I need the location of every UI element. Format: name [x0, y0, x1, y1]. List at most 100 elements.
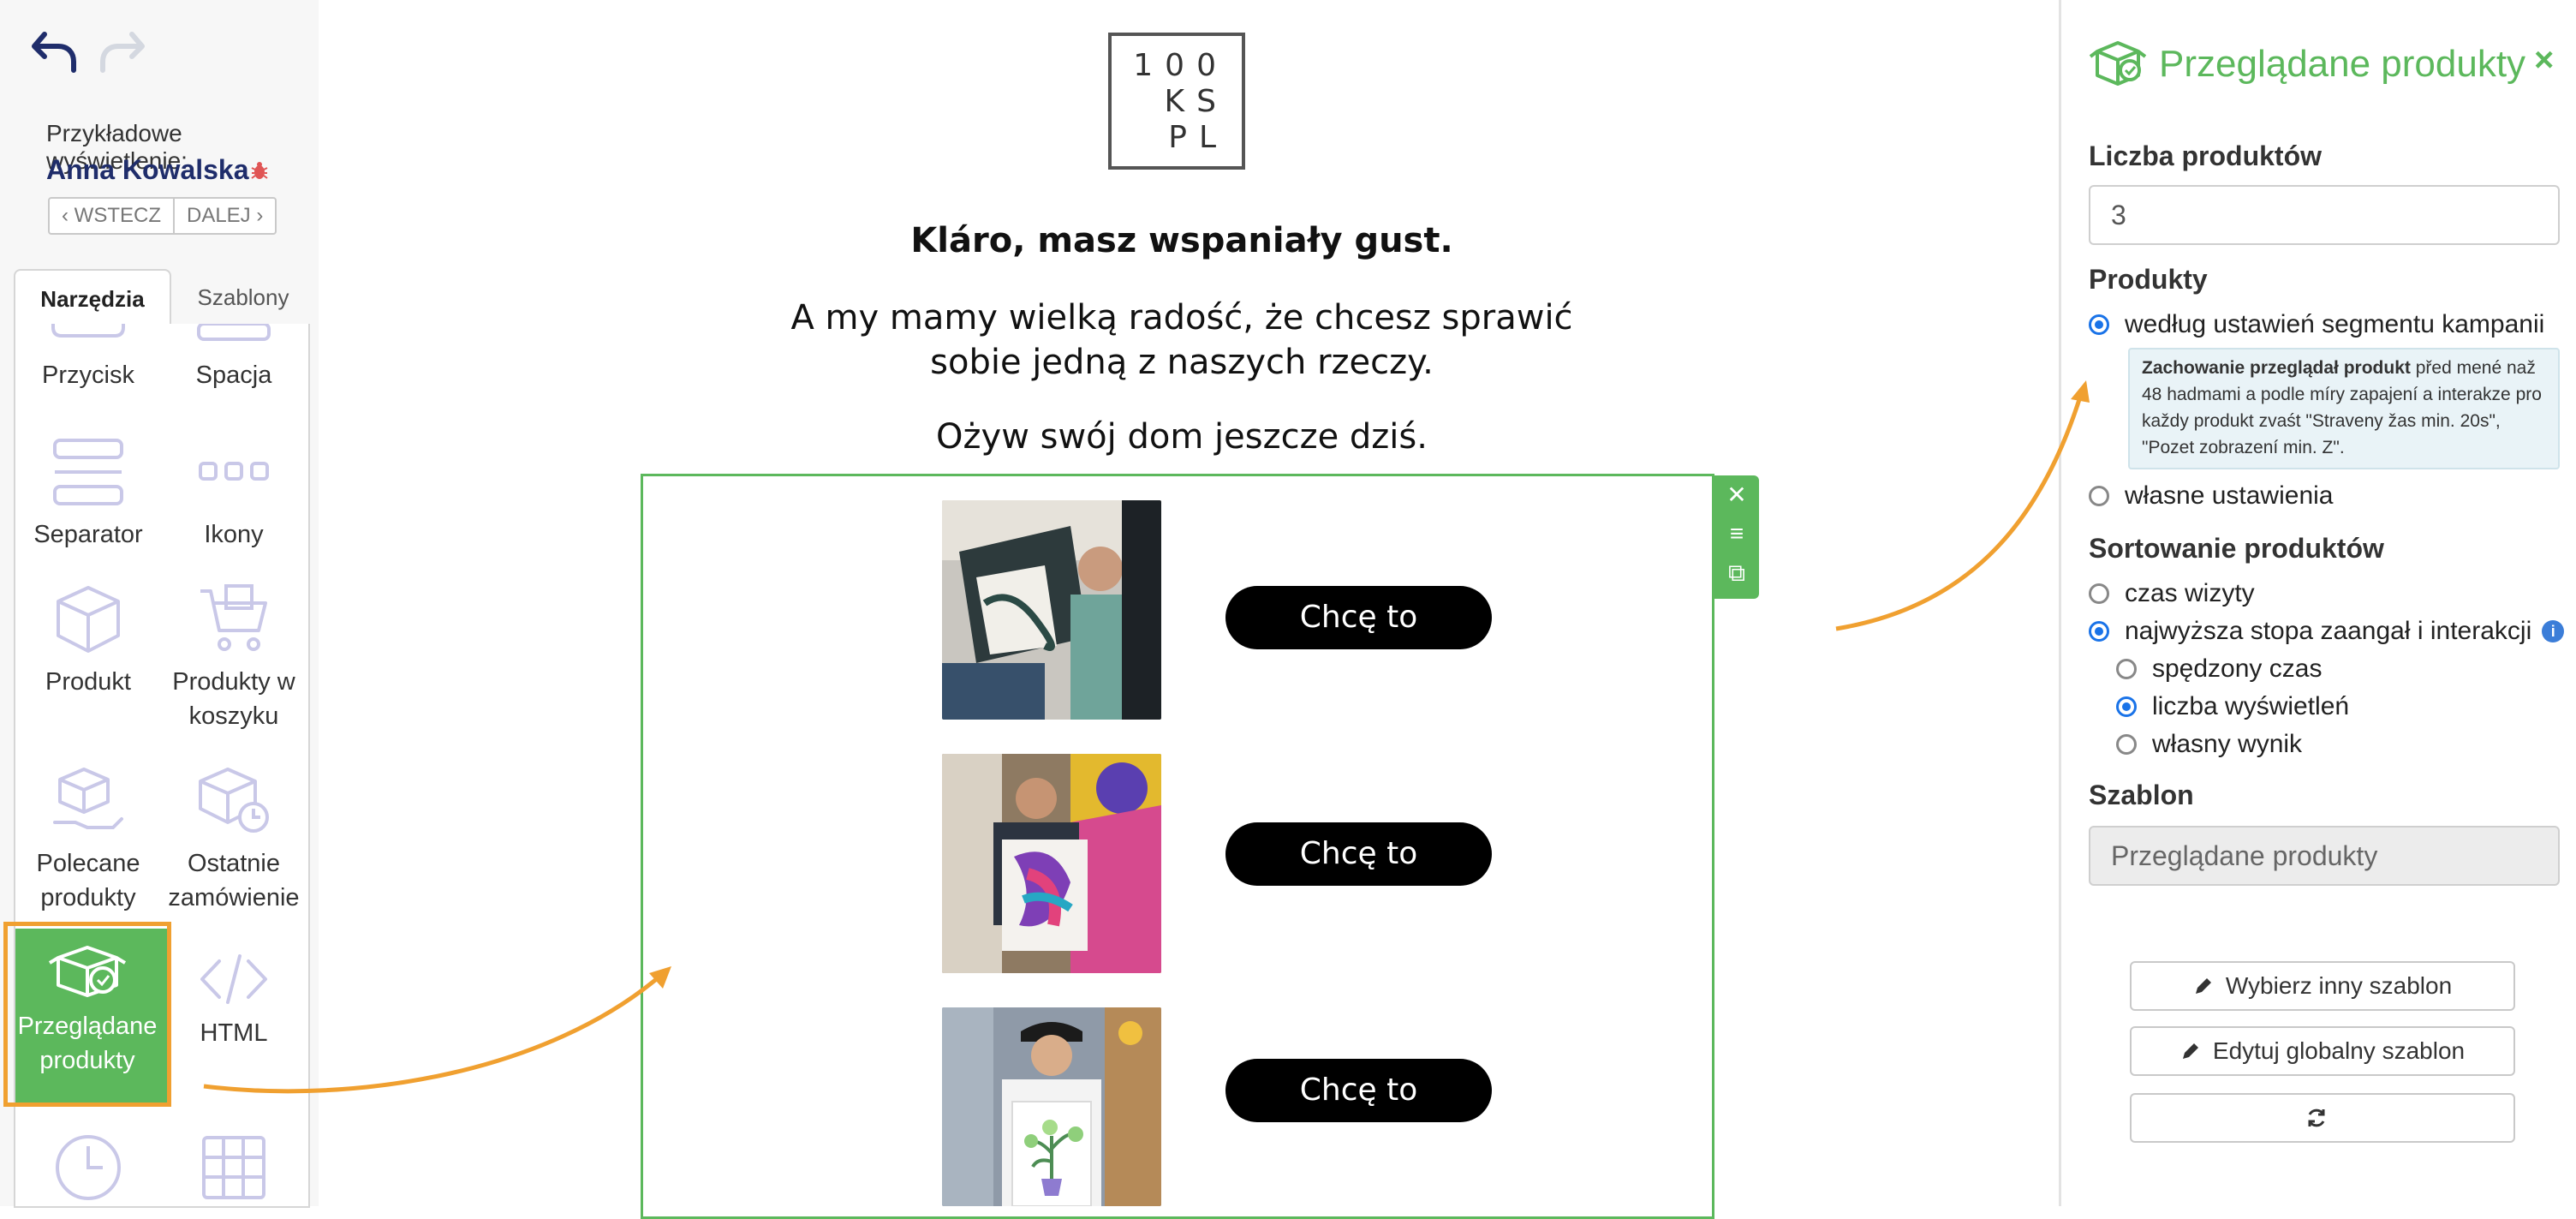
viewed-products-block[interactable] — [641, 474, 1714, 1219]
clock-icon — [56, 1135, 121, 1200]
bug-icon — [248, 159, 271, 182]
tab-tools[interactable]: Narzędzia — [14, 269, 171, 327]
hand-box-icon — [53, 768, 123, 829]
tool-last-order[interactable]: Ostatnie zamówienie — [161, 762, 307, 915]
next-button[interactable]: DALEJ › — [172, 199, 275, 233]
tool-button[interactable]: Przycisk — [15, 324, 161, 392]
tool-separator[interactable]: Separator — [15, 433, 161, 552]
product-image — [942, 500, 1161, 720]
segment-info-note: Zachowanie przeglądał produkt před mené … — [2128, 348, 2560, 469]
tool-product[interactable]: Produkt — [15, 581, 161, 699]
radio-dot[interactable] — [2089, 583, 2109, 604]
radio-dot[interactable] — [2089, 314, 2109, 335]
table-icon — [202, 1136, 265, 1199]
radio-sub-views[interactable]: liczba wyświetleń — [2116, 692, 2349, 721]
button-label: Edytuj globalny szablon — [2212, 1037, 2466, 1064]
button-label: Wybierz inny szablon — [2225, 972, 2453, 999]
viewed-products-icon — [2089, 38, 2147, 93]
tool-recommended-products[interactable]: Polecane produkty — [15, 762, 161, 915]
pencil-icon — [2195, 978, 2211, 994]
refresh-button[interactable] — [2130, 1093, 2515, 1143]
duplicate-icon[interactable]: ⧉ — [1714, 559, 1759, 588]
panel-title: Przeglądane produkty — [2159, 43, 2526, 85]
product-cta-button[interactable]: Chcę to — [1225, 586, 1492, 649]
radio-dot[interactable] — [2116, 659, 2137, 679]
box-clock-icon — [199, 768, 269, 833]
info-icon[interactable]: i — [2542, 620, 2565, 642]
tool-spacer[interactable]: Spacja — [161, 324, 307, 392]
radio-label: liczba wyświetleń — [2152, 692, 2350, 720]
arrow-canvas-to-panel — [1835, 393, 2084, 631]
settings-panel: Przeglądane produkty × Liczba produktów … — [2059, 0, 2576, 1206]
product-cta-button[interactable]: Chcę to — [1225, 822, 1492, 886]
tool-html[interactable]: HTML — [161, 949, 307, 1050]
tab-templates[interactable]: Szablony — [175, 269, 312, 326]
close-panel-button[interactable]: × — [2534, 41, 2554, 80]
logo-line: KS — [1164, 84, 1228, 119]
choose-template-button[interactable]: Wybierz inny szablon — [2130, 961, 2515, 1011]
products-label: Produkty — [2089, 264, 2208, 295]
template-label: Szablon — [2089, 780, 2194, 810]
code-icon — [200, 954, 267, 1004]
template-field: Przeglądane produkty — [2089, 826, 2560, 886]
back-button[interactable]: ‹ WSTECZ — [50, 199, 173, 233]
radio-label: najwyższa stopa zaangał i interakcji — [2125, 617, 2532, 645]
tool-cart-products[interactable]: Produkty w koszyku — [161, 581, 307, 733]
edit-global-template-button[interactable]: Edytuj globalny szablon — [2130, 1026, 2515, 1076]
tool-timer[interactable] — [15, 1129, 161, 1206]
product-image — [942, 1007, 1161, 1206]
note-bold: Zachowanie przeglądał produkt — [2142, 358, 2411, 378]
radio-sub-time[interactable]: spędzony czas — [2116, 654, 2322, 684]
radio-dot[interactable] — [2116, 734, 2137, 755]
undo-icon[interactable] — [29, 26, 80, 77]
radio-dot[interactable] — [2116, 696, 2137, 717]
product-image — [942, 754, 1161, 973]
icons-icon — [199, 462, 269, 481]
radio-dot[interactable] — [2089, 621, 2109, 642]
logo-line: PL — [1168, 120, 1228, 155]
refresh-icon — [2308, 1108, 2325, 1127]
spacer-icon — [197, 324, 271, 341]
tool-label: Przycisk — [42, 362, 134, 389]
tool-table[interactable] — [161, 1129, 307, 1206]
radio-label: spędzony czas — [2152, 654, 2323, 683]
menu-icon[interactable]: ≡ — [1714, 520, 1759, 547]
sort-label: Sortowanie produktów — [2089, 533, 2384, 564]
radio-dot[interactable] — [2089, 486, 2109, 506]
radio-custom-settings[interactable]: własne ustawienia — [2089, 481, 2333, 511]
box-icon — [57, 586, 120, 653]
product-cta-button[interactable]: Chcę to — [1225, 1059, 1492, 1122]
tool-label: Separator — [33, 521, 143, 548]
radio-label: własne ustawienia — [2125, 481, 2334, 510]
logo-line: 100 — [1133, 48, 1228, 83]
block-actions: ✕ ≡ ⧉ — [1714, 475, 1759, 599]
tool-label: Ostatnie zamówienie — [168, 850, 300, 911]
tool-label: Polecane produkty — [36, 850, 140, 911]
pencil-icon — [2182, 1043, 2198, 1059]
product-count-input[interactable]: 3 — [2089, 185, 2560, 245]
radio-sort-engagement[interactable]: najwyższa stopa zaangał i interakcji i — [2089, 617, 2565, 646]
subline-2: sobie jedną z naszych rzeczy. — [930, 343, 1434, 382]
radio-label: czas wizyty — [2125, 579, 2255, 607]
tool-label: Produkt — [45, 668, 131, 696]
radio-segment-settings[interactable]: według ustawień segmentu kampanii — [2089, 310, 2544, 339]
radio-sub-score[interactable]: własny wynik — [2116, 730, 2302, 759]
email-subline: A my mamy wielką radość, że chcesz spraw… — [728, 296, 1636, 385]
subline-1: A my mamy wielką radość, że chcesz spraw… — [790, 298, 1573, 338]
tool-label: Spacja — [195, 362, 272, 389]
separator-icon — [53, 439, 123, 505]
preview-navigation: ‹ WSTECZ DALEJ › — [48, 197, 277, 235]
email-tagline: Ożyw swój dom jeszcze dziś. — [936, 417, 1428, 457]
radio-label: własny wynik — [2152, 730, 2303, 758]
email-headline: Kláro, masz wspaniały gust. — [910, 221, 1453, 260]
count-label: Liczba produktów — [2089, 140, 2322, 171]
tool-label: HTML — [200, 1019, 268, 1047]
cart-icon — [200, 584, 267, 651]
tool-label: Produkty w koszyku — [172, 668, 295, 730]
radio-sort-visit[interactable]: czas wizyty — [2089, 579, 2255, 608]
redo-icon[interactable] — [96, 26, 147, 77]
button-icon — [51, 324, 125, 338]
preview-contact-name[interactable]: Anna Kowalska — [46, 154, 249, 186]
tool-icons[interactable]: Ikony — [161, 433, 307, 552]
close-icon[interactable]: ✕ — [1714, 481, 1759, 509]
